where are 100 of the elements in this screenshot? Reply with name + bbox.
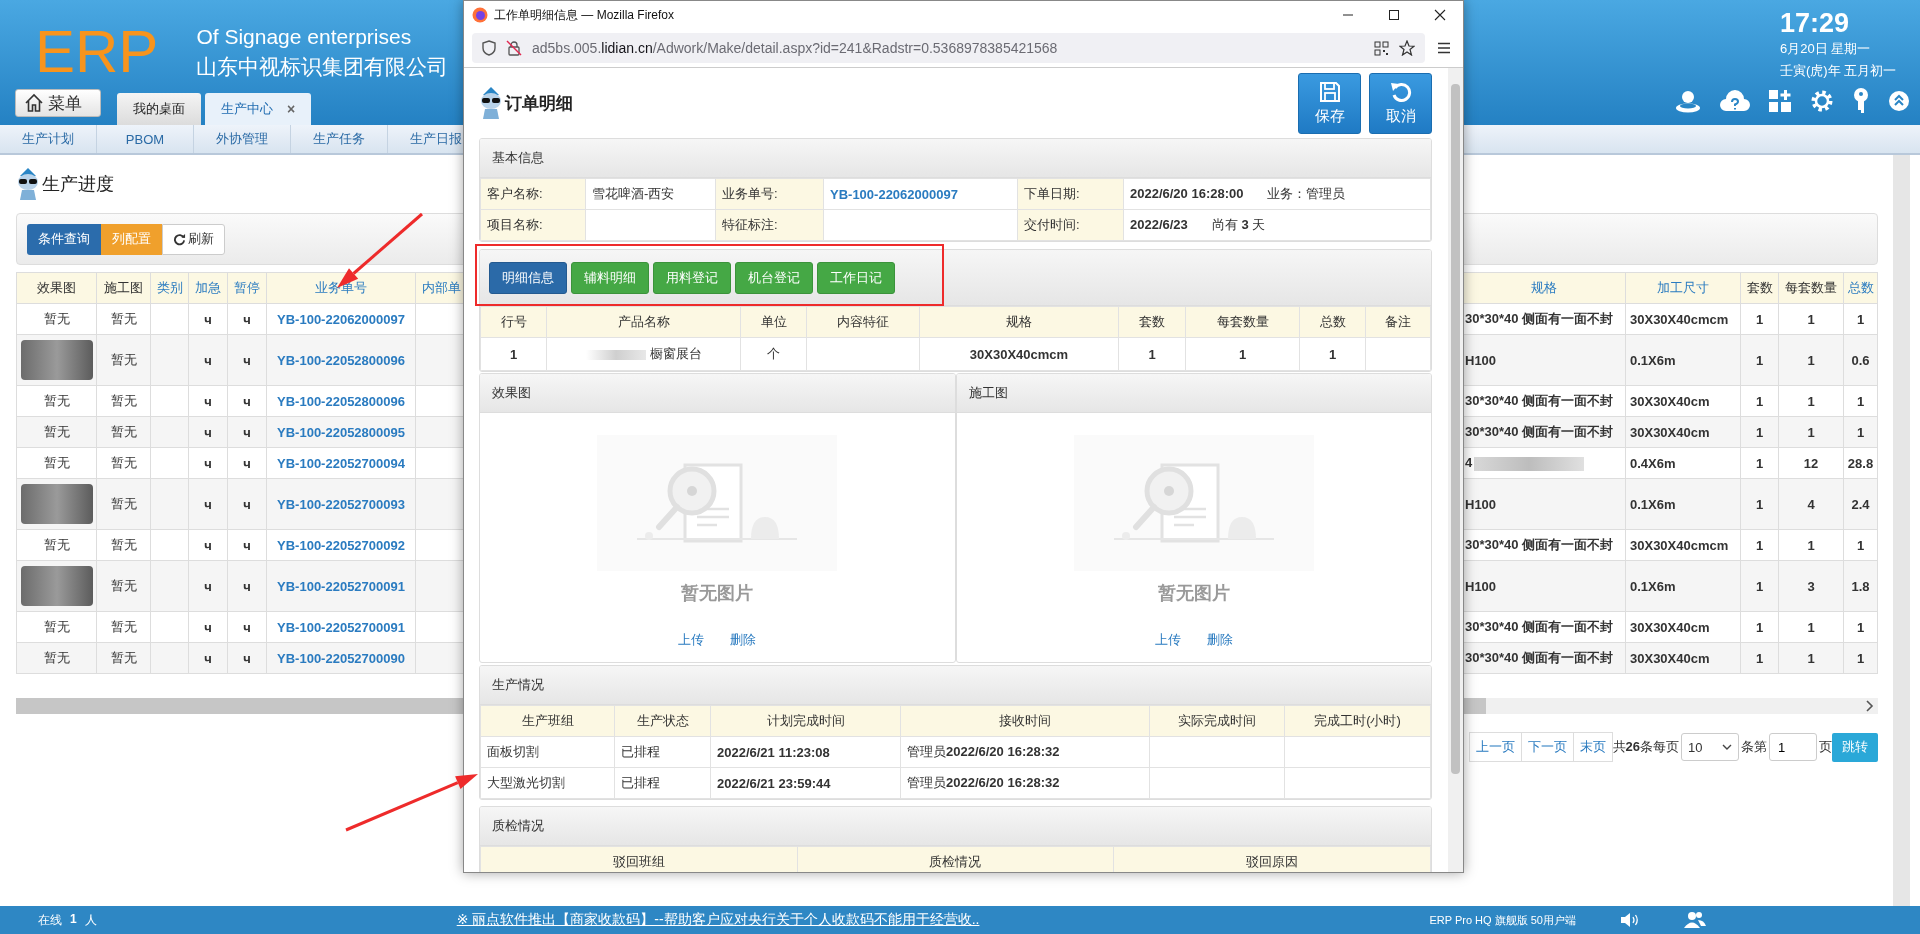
users-icon[interactable] bbox=[1683, 911, 1706, 929]
table-cell: 2.4 bbox=[1843, 478, 1878, 530]
empty-image-text: 暂无图片 bbox=[1157, 582, 1230, 605]
module-nav-item[interactable]: 生产计划 bbox=[0, 125, 97, 153]
table-cell: 1 bbox=[1740, 560, 1779, 612]
table-cell: 1 bbox=[1299, 337, 1366, 371]
table-cell: 暂无 bbox=[16, 529, 97, 561]
page-size-select[interactable]: 10 bbox=[1681, 733, 1739, 761]
page-number-input[interactable]: 1 bbox=[1769, 733, 1817, 761]
table-cell: H100 bbox=[1462, 334, 1626, 386]
table-cell: 1 bbox=[1778, 529, 1844, 561]
table-cell: 已排程 bbox=[614, 736, 711, 768]
sortable-column-header[interactable]: 类别 bbox=[150, 272, 189, 304]
table-cell: 暂无 bbox=[96, 642, 151, 674]
clock-date: 6月20日 星期一 bbox=[1780, 40, 1872, 58]
image-action-link[interactable]: 上传 bbox=[1154, 631, 1181, 649]
notice-link[interactable]: ※ 丽点软件推出【商家收款码】--帮助客户应对央行关于个人收款码不能用于经营收.. bbox=[456, 911, 980, 929]
table-cell: ч bbox=[227, 303, 267, 335]
sortable-column-header[interactable]: 加工尺寸 bbox=[1625, 272, 1741, 304]
detail-tab[interactable]: 工作日记 bbox=[817, 261, 895, 294]
table-cell: 0.1X6m bbox=[1625, 560, 1741, 612]
go-button[interactable]: 跳转 bbox=[1832, 732, 1878, 762]
table-cell: ч bbox=[188, 385, 228, 417]
close-tab-button[interactable]: × bbox=[287, 101, 296, 117]
toolbar-button[interactable]: 刷新 bbox=[162, 223, 225, 255]
panel-title: 基本信息 bbox=[492, 149, 544, 167]
table-cell: 30X30X40cm bbox=[1625, 642, 1741, 674]
key-icon[interactable] bbox=[1852, 88, 1870, 114]
bookmark-star-icon[interactable] bbox=[1399, 40, 1415, 56]
module-nav-item[interactable]: 外协管理 bbox=[194, 125, 291, 153]
cancel-button[interactable]: 取消 bbox=[1369, 72, 1432, 134]
table-cell: 暂无 bbox=[96, 385, 151, 417]
table-cell: 1 bbox=[1778, 416, 1844, 448]
save-button[interactable]: 保存 bbox=[1298, 72, 1361, 134]
home-icon bbox=[24, 93, 44, 113]
sortable-column-header[interactable]: 暂停 bbox=[227, 272, 267, 304]
detail-tab[interactable]: 辅料明细 bbox=[571, 261, 649, 294]
apps-icon[interactable] bbox=[1768, 89, 1792, 113]
detail-tab[interactable]: 明细信息 bbox=[489, 261, 567, 294]
mascot-icon bbox=[479, 86, 503, 120]
sortable-column-header[interactable]: 规格 bbox=[1462, 272, 1626, 304]
table-cell: 0.1X6m bbox=[1625, 478, 1741, 530]
scrollbar-thumb[interactable] bbox=[1451, 84, 1460, 774]
sortable-column-header[interactable]: 总数 bbox=[1843, 272, 1878, 304]
vertical-scrollbar[interactable] bbox=[1893, 155, 1910, 906]
settings-icon[interactable] bbox=[1810, 89, 1834, 113]
workspace-tab[interactable]: 我的桌面 bbox=[117, 93, 201, 125]
collapse-icon[interactable] bbox=[1888, 90, 1910, 112]
panel-title: 效果图 bbox=[492, 384, 531, 402]
column-header: 套数 bbox=[1740, 272, 1779, 304]
table-cell: 1.8 bbox=[1843, 560, 1878, 612]
menu-button[interactable]: 菜单 bbox=[15, 89, 101, 117]
erp-logo: ERP bbox=[35, 22, 159, 82]
company-name: 山东中视标识集团有限公司 bbox=[196, 54, 449, 80]
table-cell: 0.1X6m bbox=[1625, 334, 1741, 386]
field-value: 雪花啤酒-西安 bbox=[592, 186, 675, 201]
table-cell: ч bbox=[227, 334, 267, 386]
qr-code-icon[interactable] bbox=[1374, 40, 1389, 56]
online-label: 在线 bbox=[38, 911, 62, 929]
column-header: 施工图 bbox=[96, 272, 151, 304]
table-cell: 1 bbox=[1843, 611, 1878, 643]
table-cell: ч bbox=[227, 385, 267, 417]
workspace-tab[interactable]: 生产中心 × bbox=[205, 93, 312, 125]
user-icon[interactable] bbox=[1674, 89, 1702, 113]
table-cell: 暂无 bbox=[96, 560, 151, 612]
scroll-right-icon[interactable] bbox=[1866, 700, 1874, 712]
detail-tab[interactable]: 机台登记 bbox=[735, 261, 813, 294]
table-cell: 28.8 bbox=[1843, 447, 1878, 479]
record-count-text: 共26条每页 bbox=[1612, 738, 1679, 756]
table-cell: 30X30X40cm bbox=[1625, 385, 1741, 417]
table-cell: 暂无 bbox=[96, 611, 151, 643]
table-cell: 暂无 bbox=[16, 385, 97, 417]
table-cell: 1 bbox=[1740, 478, 1779, 530]
menu-icon[interactable] bbox=[1437, 42, 1451, 54]
column-header: 生产状态 bbox=[614, 705, 711, 737]
shield-icon bbox=[482, 40, 496, 56]
detail-tab[interactable]: 用料登记 bbox=[653, 261, 731, 294]
image-action-link[interactable]: 上传 bbox=[678, 631, 705, 649]
field-note: 业务：管理员 bbox=[1267, 186, 1346, 201]
vertical-scrollbar[interactable] bbox=[1448, 68, 1463, 872]
sortable-column-header[interactable]: 加急 bbox=[188, 272, 228, 304]
module-nav-item[interactable]: 生产任务 bbox=[291, 125, 388, 153]
next-page-link[interactable]: 下一页 bbox=[1520, 732, 1574, 762]
panel-title: 施工图 bbox=[968, 384, 1008, 402]
column-header: 每套数量 bbox=[1778, 272, 1844, 304]
prev-page-link[interactable]: 上一页 bbox=[1468, 732, 1522, 762]
module-nav-item[interactable]: PBOM bbox=[97, 125, 194, 153]
toolbar-button[interactable]: 条件查询 bbox=[27, 223, 101, 255]
column-header: 驳回原因 bbox=[1113, 846, 1431, 872]
table-cell: 个 bbox=[740, 337, 807, 371]
image-action-link[interactable]: 删除 bbox=[730, 631, 757, 649]
column-header: 实际完成时间 bbox=[1149, 705, 1285, 737]
last-page-link[interactable]: 末页 bbox=[1572, 732, 1613, 762]
field-value: 2022/6/20 16:28:00 bbox=[1130, 186, 1244, 201]
help-cloud-icon[interactable] bbox=[1720, 89, 1750, 113]
table-cell: 暂无 bbox=[16, 642, 97, 674]
table-cell: 暂无 bbox=[96, 478, 151, 530]
address-bar[interactable]: ad5bs.005.lidian.cn/Adwork/Make/detail.aspx?id=241&Radstr=0.5368978385421568 bbox=[472, 33, 1425, 63]
speaker-icon[interactable] bbox=[1619, 912, 1640, 928]
image-action-link[interactable]: 删除 bbox=[1206, 631, 1233, 649]
